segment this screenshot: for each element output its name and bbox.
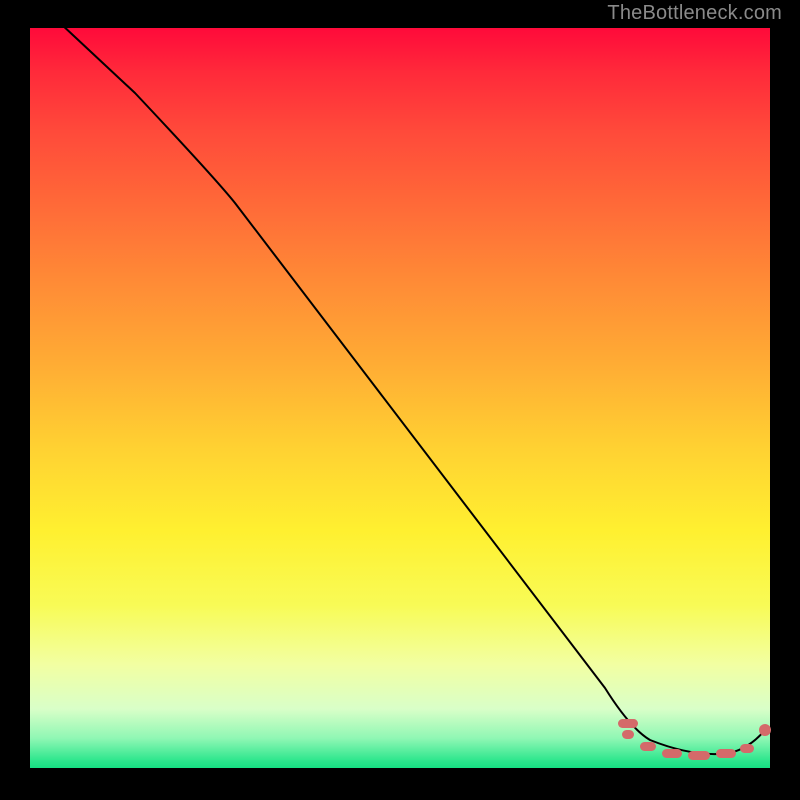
highlight-dash xyxy=(688,751,710,760)
highlight-dash xyxy=(622,730,634,739)
chart-stage: TheBottleneck.com xyxy=(0,0,800,800)
highlight-dash xyxy=(662,749,682,758)
highlight-dash xyxy=(716,749,736,758)
highlight-dash xyxy=(740,744,754,753)
highlight-dash xyxy=(618,719,638,728)
highlight-dash xyxy=(640,742,656,751)
attribution-label: TheBottleneck.com xyxy=(607,2,782,25)
plot-overlay xyxy=(30,28,770,768)
main-curve xyxy=(60,23,765,754)
end-point-marker xyxy=(759,724,771,736)
